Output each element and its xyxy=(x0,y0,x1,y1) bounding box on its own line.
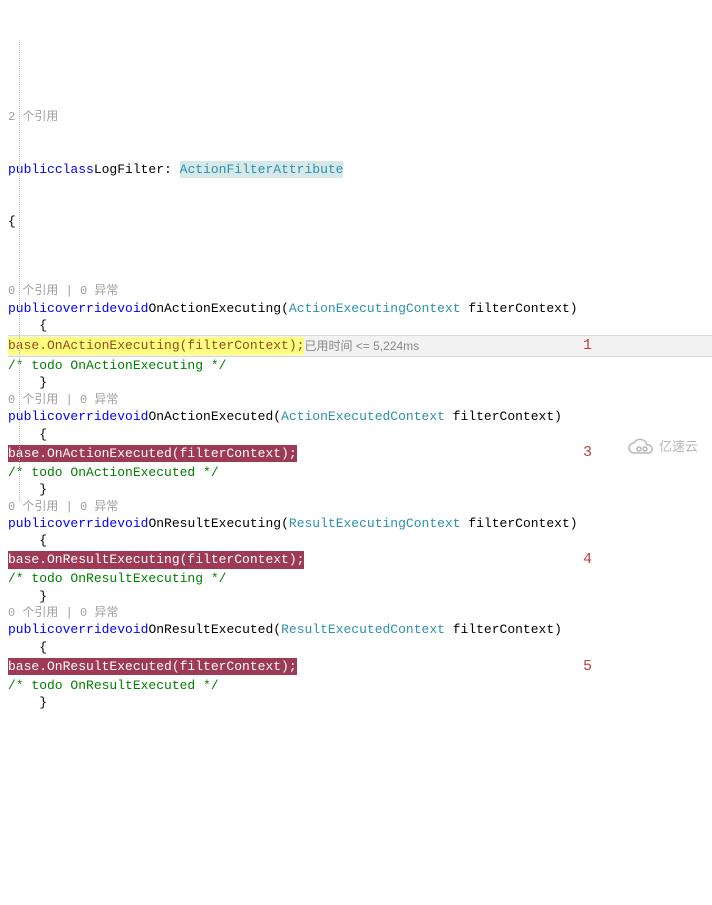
method-codelens[interactable]: 0 个引用 | 0 异常 xyxy=(8,283,118,299)
brace-open: { xyxy=(8,639,712,657)
todo-comment: /* todo OnResultExecuting */ xyxy=(8,570,226,588)
keyword-public: public xyxy=(8,161,55,179)
brace-close: } xyxy=(8,374,712,392)
annotation-number: 3 xyxy=(583,443,592,463)
param-type: ResultExecutedContext xyxy=(281,621,445,639)
base-call: base.OnResultExecuted(filterContext); xyxy=(8,658,297,676)
annotation-number: 5 xyxy=(583,657,592,677)
method-signature: public override void OnResultExecuting(R… xyxy=(8,515,712,533)
method-block: 0 个引用 | 0 异常 public override void OnActi… xyxy=(8,283,712,392)
annotation-number: 1 xyxy=(583,336,592,356)
perf-tip: 已用时间 <= 5,224ms xyxy=(304,338,419,354)
annotation-number: 4 xyxy=(583,550,592,570)
param-type: ActionExecutingContext xyxy=(289,300,461,318)
current-statement-row: base.OnActionExecuting(filterContext); 已… xyxy=(8,335,712,357)
base-call: base.OnActionExecuted(filterContext); xyxy=(8,445,297,463)
brace-open: { xyxy=(8,213,16,231)
todo-comment: /* todo OnResultExecuted */ xyxy=(8,677,219,695)
class-codelens[interactable]: 2 个引用 xyxy=(8,109,58,125)
brace-open: { xyxy=(8,532,712,550)
brace-close: } xyxy=(8,588,712,606)
indent-guide xyxy=(19,40,20,501)
todo-comment: /* todo OnActionExecuted */ xyxy=(8,464,219,482)
method-signature: public override void OnActionExecuted(Ac… xyxy=(8,408,712,426)
brace-close: } xyxy=(8,481,712,499)
brace-open: { xyxy=(8,426,712,444)
brace-open: { xyxy=(8,317,712,335)
param-type: ActionExecutedContext xyxy=(281,408,445,426)
base-call: base.OnResultExecuting(filterContext); xyxy=(8,551,304,569)
code-editor[interactable]: 2 个引用 public class LogFilter: ActionFilt… xyxy=(0,70,712,747)
method-block: 0 个引用 | 0 异常 public override void OnActi… xyxy=(8,392,712,499)
statement-row: base.OnResultExecuting(filterContext); 4 xyxy=(8,550,712,570)
method-signature: public override void OnResultExecuted(Re… xyxy=(8,621,712,639)
method-block: 0 个引用 | 0 异常 public override void OnResu… xyxy=(8,499,712,606)
watermark: 亿速云 xyxy=(627,403,698,491)
brace-close: } xyxy=(8,694,712,712)
method-signature: public override void OnActionExecuting(A… xyxy=(8,300,712,318)
keyword-class: class xyxy=(55,161,94,179)
cloud-icon xyxy=(627,403,655,491)
class-name: LogFilter xyxy=(94,161,164,179)
method-block: 0 个引用 | 0 异常 public override void OnResu… xyxy=(8,605,712,712)
watermark-text: 亿速云 xyxy=(659,438,698,456)
statement-row: base.OnActionExecuted(filterContext); 3 xyxy=(8,443,712,463)
base-call: base.OnActionExecuting(filterContext); xyxy=(8,337,304,355)
method-codelens[interactable]: 0 个引用 | 0 异常 xyxy=(8,392,118,408)
todo-comment: /* todo OnActionExecuting */ xyxy=(8,357,226,375)
param-type: ResultExecutingContext xyxy=(289,515,461,533)
base-type: ActionFilterAttribute xyxy=(180,161,344,179)
class-declaration: public class LogFilter: ActionFilterAttr… xyxy=(8,161,712,179)
statement-row: base.OnResultExecuted(filterContext); 5 xyxy=(8,657,712,677)
method-codelens[interactable]: 0 个引用 | 0 异常 xyxy=(8,605,118,621)
method-codelens[interactable]: 0 个引用 | 0 异常 xyxy=(8,499,118,515)
